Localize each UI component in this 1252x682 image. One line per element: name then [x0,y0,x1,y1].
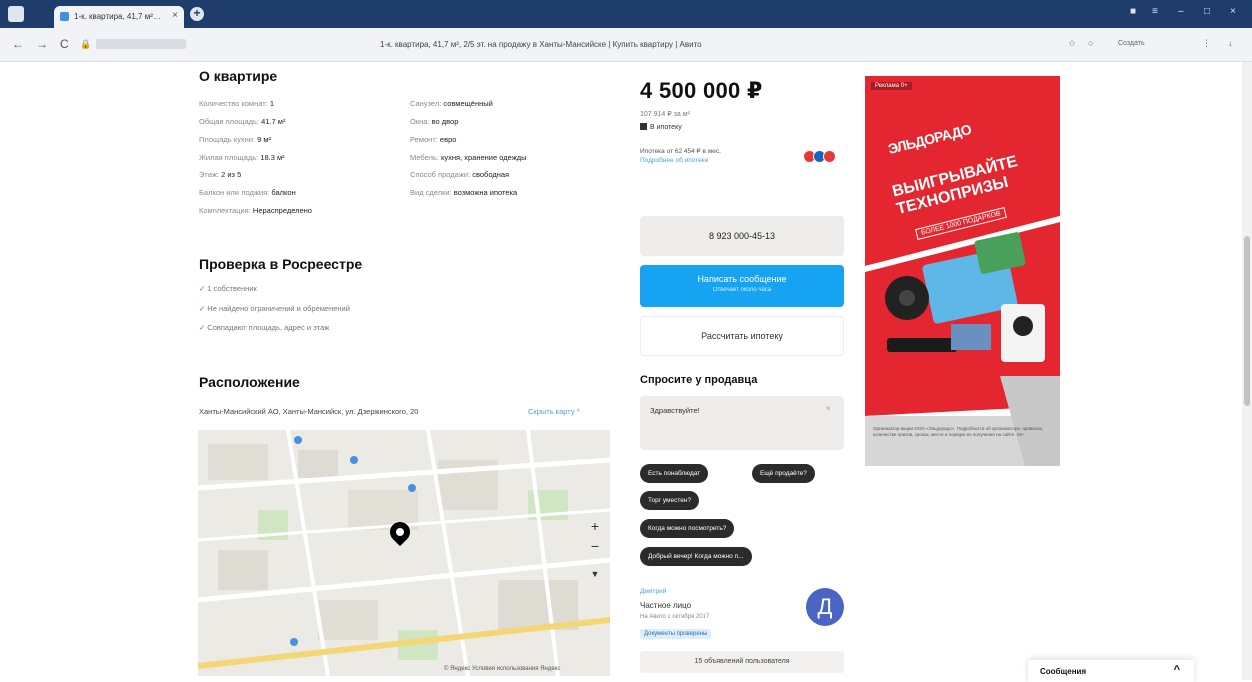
url-field[interactable] [96,39,186,49]
documents-verified-badge: Документы проверены [640,629,712,639]
favicon-icon [60,12,69,21]
mortgage-label: В ипотеку [640,123,682,131]
registry-title: Проверка в Росреестре [199,256,363,272]
param-sale-method: Способ продажи: свободная [410,170,510,179]
mortgage-link[interactable]: Подробнее об ипотеке [640,157,708,164]
map-graphic [198,430,610,676]
price: 4 500 000 ₽ [640,78,763,103]
bank-logos [803,150,836,168]
close-window-icon[interactable]: × [1230,6,1236,17]
check-icon: ✓ [199,284,206,293]
bookmark-icon[interactable]: ☆ [1068,38,1076,49]
scrollbar-thumb[interactable] [1244,236,1250,406]
param-renovation: Ремонт: евро [410,135,457,144]
param-total-area: Общая площадь: 41.7 м² [199,117,286,126]
map-footer: © Яндекс Условия использования Яндекс [444,666,561,672]
ad-tag: Реклама 0+ [871,82,912,90]
write-message-button[interactable]: Написать сообщение Отвечает около часа [640,265,844,307]
settings-icon[interactable]: ≡ [1152,6,1158,17]
download-icon[interactable]: ↓ [1228,38,1233,48]
bank-logo-icon [823,150,836,163]
create-button[interactable]: Создать [1118,40,1145,47]
param-living-area: Жилая площадь: 18.3 м² [199,153,285,162]
avatar[interactable]: Д [806,588,844,626]
menu-icon[interactable]: ⋮ [1202,38,1211,49]
ad-legal-text: Организатор акции ООО «Эльдорадо». Подро… [873,426,1044,437]
profile-icon[interactable]: ○ [1088,38,1093,48]
new-tab-button[interactable]: + [190,7,204,21]
window-menu-icon[interactable] [8,6,24,22]
messages-widget[interactable]: Сообщения ^ [1028,660,1194,682]
param-furniture: Мебель: кухня, хранение одежды [410,153,527,162]
seller-name[interactable]: Дмитрий [640,588,666,595]
back-icon[interactable]: ← [12,37,24,51]
lock-icon: 🔒 [80,39,92,49]
tab-close-icon[interactable]: × [172,10,178,21]
show-phone-button[interactable]: 8 923 000-45-13 [640,216,844,256]
param-bathroom: Санузел: совмещённый [410,99,493,108]
zoom-in-button[interactable]: + [586,516,604,536]
response-time: Отвечает около часа [712,287,772,293]
quick-question-chip[interactable]: Торг уместен? [640,491,700,510]
quick-question-chip[interactable]: Когда можно посмотреть? [640,519,735,538]
param-kitchen-area: Площадь кухни: 9 м² [199,135,272,144]
minimize-icon[interactable]: – [1178,6,1184,17]
mortgage-rate: Ипотека от 62 454 ₽ в мес. [640,148,721,155]
registry-check: ✓ Совпадают площадь, адрес и этаж [199,323,330,332]
mortgage-icon [640,123,647,130]
browser-tab[interactable]: 1-к. квартира, 41,7 м²… × [54,6,184,28]
param-rooms: Количество комнат: 1 [199,99,274,108]
ad-banner[interactable]: Реклама 0+ ЭЛЬДОРАДО ВЫИГРЫВАЙТЕ ТЕХНОПРИ… [865,76,1060,466]
zoom-out-button[interactable]: − [586,536,604,556]
quick-question-chip[interactable]: Ещё продаёте? [752,464,815,483]
quick-question-chip[interactable]: Есть понаблюдат [640,464,709,483]
geolocation-icon[interactable]: ▼ [586,564,604,584]
page-title: 1-к. квартира, 41,7 м², 2/5 эт. на прода… [380,40,702,49]
quick-question-chip[interactable]: Добрый вечер! Когда можно п... [640,547,752,566]
param-balcony: Балкон или лоджия: балкон [199,188,296,197]
messages-label: Сообщения [1040,667,1087,676]
check-icon: ✓ [199,323,206,332]
address-bar: ← → C 🔒 1-к. квартира, 41,7 м², 2/5 эт. … [0,28,1252,62]
seller-since: На Авито с октября 2017 [640,614,710,620]
browser-tab-bar: 1-к. квартира, 41,7 м²… × + ■ ≡ – □ × [0,0,1252,28]
forward-icon[interactable]: → [36,37,48,51]
maximize-icon[interactable]: □ [1204,6,1210,17]
registry-check: ✓ 1 собственник [199,284,257,293]
write-message-label: Написать сообщение [697,274,787,284]
ask-seller-input[interactable]: Здравствуйте! [640,396,844,450]
registry-check: ✓ Не найдено ограничений и обременений [199,304,350,313]
param-equipment: Комплектация: Нераспределено [199,206,312,215]
price-per-m2: 107 914 ₽ за м² [640,111,690,118]
page-scrollbar[interactable] [1242,62,1252,680]
location-title: Расположение [199,374,300,390]
tab-title: 1-к. квартира, 41,7 м²… [74,12,161,21]
param-floor: Этаж: 2 из 5 [199,170,242,179]
ask-seller-title: Спросите у продавца [640,374,758,386]
param-deal-type: Вид сделки: возможна ипотека [410,188,518,197]
seller-type: Частное лицо [640,601,692,610]
toggle-map-link[interactable]: Скрыть карту ^ [528,407,580,416]
about-title: О квартире [199,68,278,84]
clear-input-icon[interactable]: × [826,404,831,413]
check-icon: ✓ [199,304,206,313]
chevron-up-icon[interactable]: ^ [1174,664,1180,676]
seller-ads-button[interactable]: 15 объявлений пользователя [640,651,844,673]
extensions-icon[interactable]: ■ [1130,6,1136,17]
param-windows: Окна: во двор [410,117,459,126]
map[interactable]: + − ▼ © Яндекс Условия использования Янд… [198,430,610,676]
address-text: Ханты-Мансийский АО, Ханты-Мансийск, ул.… [199,407,419,416]
reload-icon[interactable]: C [60,37,69,51]
calculate-mortgage-button[interactable]: Рассчитать ипотеку [640,316,844,356]
